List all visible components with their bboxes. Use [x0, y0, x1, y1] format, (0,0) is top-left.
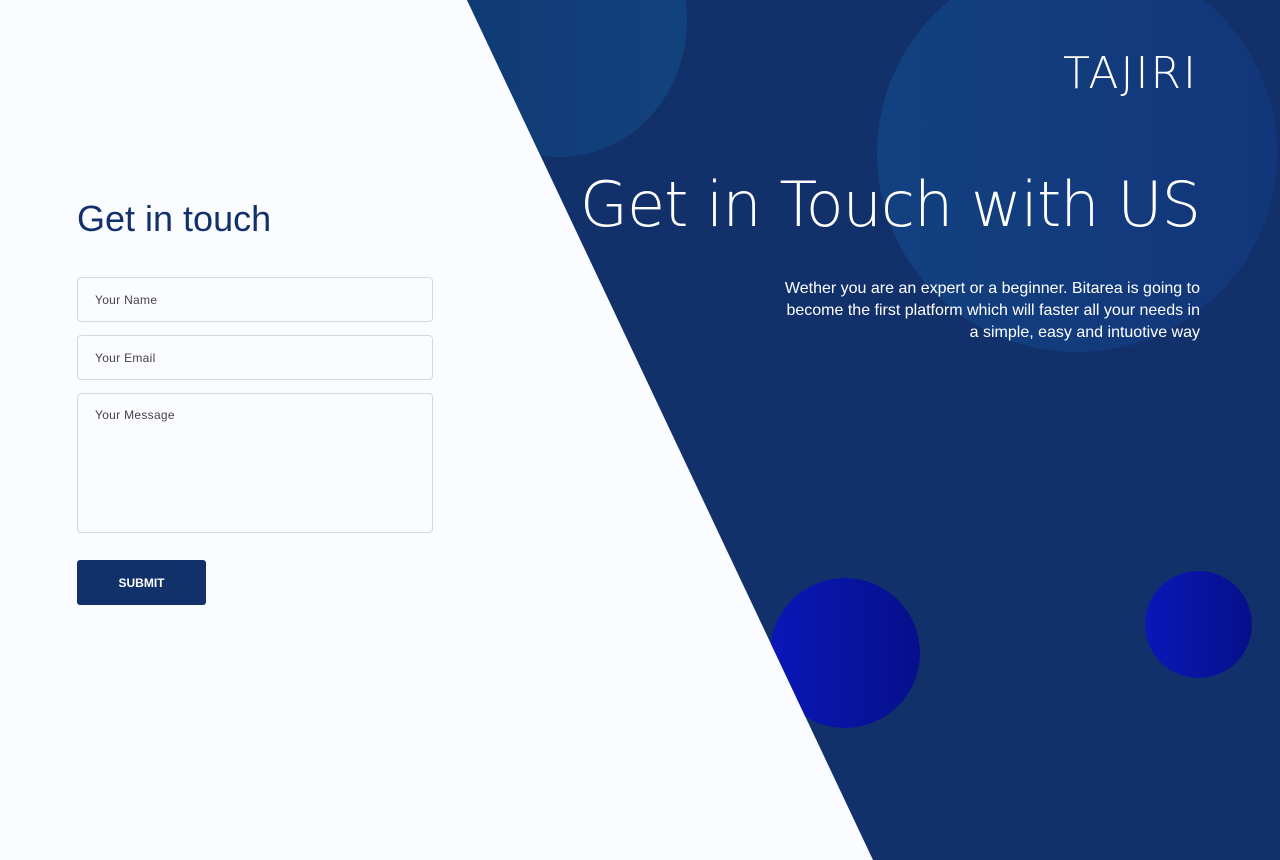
decorative-circle: [467, 0, 687, 157]
hero-title: Get in Touch with US: [579, 168, 1201, 241]
email-input[interactable]: [77, 335, 433, 380]
logo: TAJIRI: [1062, 48, 1198, 99]
form-title: Get in touch: [77, 198, 272, 239]
message-textarea[interactable]: [77, 393, 433, 533]
hero-description: Wether you are an expert or a beginner. …: [784, 280, 1200, 341]
name-input[interactable]: [77, 277, 433, 322]
decorative-circle: [1145, 571, 1252, 678]
decorative-circle: [770, 578, 920, 728]
submit-button[interactable]: SUBMIT: [77, 560, 206, 605]
